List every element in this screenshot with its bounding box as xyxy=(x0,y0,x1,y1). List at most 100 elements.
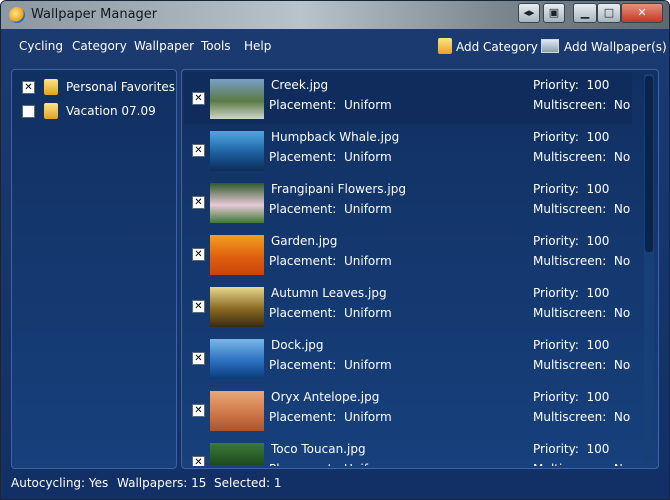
wallpaper-checkbox[interactable]: ✕ xyxy=(192,352,205,365)
title-bar[interactable]: Wallpaper Manager ◂▸ ▣ ▁ □ ✕ xyxy=(1,1,669,29)
wallpaper-row[interactable]: ✕ Autumn Leaves.jpg Placement: Uniform Prio… xyxy=(184,280,632,332)
wallpaper-placement: Placement: Uniform xyxy=(269,254,392,268)
wallpaper-thumbnail xyxy=(210,391,264,431)
status-bar: Autocycling: Yes Wallpapers: 15 Selected… xyxy=(1,469,669,499)
wallpaper-checkbox[interactable]: ✕ xyxy=(192,300,205,313)
menu-tools[interactable]: Tools xyxy=(201,39,231,53)
placement-value: Uniform xyxy=(343,98,392,112)
wallpaper-thumbnail xyxy=(210,79,264,119)
add-category-label: Add Category xyxy=(456,40,538,54)
wallpaper-row[interactable]: ✕ Toco Toucan.jpg Placement: Uniform Priori… xyxy=(184,436,632,466)
multiscreen-value: No xyxy=(613,306,631,320)
app-icon xyxy=(9,7,25,23)
wallpaper-multiscreen: Multiscreen: No xyxy=(533,254,631,268)
vertical-scrollbar[interactable] xyxy=(644,74,654,462)
wallpaper-priority: Priority: 100 xyxy=(533,338,610,352)
wallpaper-checkbox[interactable]: ✕ xyxy=(192,92,205,105)
wallpapers-count-value: 15 xyxy=(191,476,207,490)
wallpaper-row[interactable]: ✕ Dock.jpg Placement: Uniform Priority: 100… xyxy=(184,332,632,384)
priority-value: 100 xyxy=(586,182,610,196)
multiscreen-value: No xyxy=(613,98,631,112)
placement-value: Uniform xyxy=(344,462,392,466)
autocycling-value: Yes xyxy=(88,476,109,490)
multiscreen-value: No xyxy=(613,150,631,164)
wallpaper-filename: Humpback Whale.jpg xyxy=(271,130,400,144)
minimize-button[interactable]: ▁ xyxy=(573,3,597,23)
wallpaper-thumbnail xyxy=(210,339,264,379)
wallpaper-filename: Toco Toucan.jpg xyxy=(271,442,366,456)
priority-value: 100 xyxy=(586,442,610,456)
wallpaper-multiscreen: Multiscreen: No xyxy=(533,98,631,112)
wallpaper-filename: Autumn Leaves.jpg xyxy=(271,286,387,300)
add-wallpapers-button[interactable]: Add Wallpaper(s) xyxy=(541,37,667,57)
wallpaper-row[interactable]: ✕ Humpback Whale.jpg Placement: Uniform Pri… xyxy=(184,124,632,176)
wallpaper-priority: Priority: 100 xyxy=(533,78,610,92)
wallpaper-priority: Priority: 100 xyxy=(533,390,610,404)
category-checkbox[interactable] xyxy=(22,105,35,118)
wallpaper-placement: Placement: Uniform xyxy=(269,98,392,112)
window-title: Wallpaper Manager xyxy=(31,7,158,22)
placement-value: Uniform xyxy=(343,150,392,164)
back-forward-icon[interactable]: ◂▸ xyxy=(518,3,540,23)
selected-count-value: 1 xyxy=(273,476,282,490)
wallpaper-thumbnail xyxy=(210,287,264,327)
add-category-button[interactable]: Add Category xyxy=(438,37,538,57)
category-label: Personal Favorites xyxy=(66,80,176,94)
wallpaper-multiscreen: Multiscreen: No xyxy=(533,358,631,372)
wallpaper-row[interactable]: ✕ Frangipani Flowers.jpg Placement: Unifor… xyxy=(184,176,632,228)
wallpaper-list-viewport: ✕ Creek.jpg Placement: Uniform Priority: 10… xyxy=(184,72,632,466)
multiscreen-value: No xyxy=(613,410,631,424)
menu-category[interactable]: Category xyxy=(72,39,127,53)
wallpaper-priority: Priority: 100 xyxy=(533,286,610,300)
wallpaper-manager-window: Wallpaper Manager ◂▸ ▣ ▁ □ ✕ Cycling Cat… xyxy=(0,0,670,500)
priority-value: 100 xyxy=(586,234,610,248)
priority-value: 100 xyxy=(586,338,610,352)
placement-value: Uniform xyxy=(343,358,392,372)
wallpaper-checkbox[interactable]: ✕ xyxy=(192,196,205,209)
menu-help[interactable]: Help xyxy=(244,39,271,53)
wallpaper-filename: Dock.jpg xyxy=(271,338,324,352)
wallpaper-checkbox[interactable]: ✕ xyxy=(192,456,205,466)
wallpaper-placement: Placement: Uniform xyxy=(269,306,392,320)
category-label: Vacation 07.09 xyxy=(66,104,156,118)
placement-value: Uniform xyxy=(343,306,392,320)
priority-value: 100 xyxy=(586,286,610,300)
wallpaper-list[interactable]: ✕ Creek.jpg Placement: Uniform Priority: 10… xyxy=(181,69,659,469)
wallpaper-filename: Oryx Antelope.jpg xyxy=(271,390,380,404)
priority-value: 100 xyxy=(586,78,610,92)
multiscreen-value: No xyxy=(613,358,631,372)
wallpaper-row[interactable]: ✕ Creek.jpg Placement: Uniform Priority: 10… xyxy=(184,72,632,124)
wallpaper-thumbnail xyxy=(210,131,264,171)
category-checkbox[interactable]: ✕ xyxy=(22,81,35,94)
menu-wallpaper[interactable]: Wallpaper xyxy=(134,39,194,53)
wallpaper-filename: Frangipani Flowers.jpg xyxy=(271,182,406,196)
multiscreen-value: No xyxy=(614,462,630,466)
wallpaper-placement: Placement: Uniform xyxy=(269,202,392,216)
menu-cycling[interactable]: Cycling xyxy=(19,39,63,53)
wallpaper-multiscreen: Multiscreen: No xyxy=(533,306,631,320)
wallpaper-priority: Priority: 100 xyxy=(533,130,610,144)
close-button[interactable]: ✕ xyxy=(621,3,663,23)
wallpaper-filename: Creek.jpg xyxy=(271,78,329,92)
priority-value: 100 xyxy=(586,390,610,404)
wallpaper-row[interactable]: ✕ Oryx Antelope.jpg Placement: Uniform Prio… xyxy=(184,384,632,436)
wallpaper-placement: Placement: Uniform xyxy=(269,410,392,424)
multiscreen-value: No xyxy=(613,254,631,268)
placement-value: Uniform xyxy=(343,202,392,216)
wallpaper-placement: Placement: Uniform xyxy=(269,150,392,164)
wallpaper-multiscreen: Multiscreen: No xyxy=(533,462,630,466)
placement-value: Uniform xyxy=(343,410,392,424)
wallpaper-checkbox[interactable]: ✕ xyxy=(192,404,205,417)
selected-count: Selected: 1 xyxy=(214,476,282,490)
wallpaper-checkbox[interactable]: ✕ xyxy=(192,248,205,261)
wallpaper-filename: Garden.jpg xyxy=(271,234,338,248)
category-tree[interactable]: ✕ Personal Favorites Vacation 07.09 xyxy=(11,69,177,469)
folder-icon xyxy=(44,103,58,119)
wallpapers-count: Wallpapers: 15 xyxy=(117,476,207,490)
send-to-tray-button[interactable]: ▣ xyxy=(543,3,565,23)
wallpaper-checkbox[interactable]: ✕ xyxy=(192,144,205,157)
wallpaper-priority: Priority: 100 xyxy=(533,442,610,456)
scrollbar-thumb[interactable] xyxy=(645,76,653,252)
wallpaper-row[interactable]: ✕ Garden.jpg Placement: Uniform Priority: 1… xyxy=(184,228,632,280)
maximize-button[interactable]: □ xyxy=(597,3,621,23)
